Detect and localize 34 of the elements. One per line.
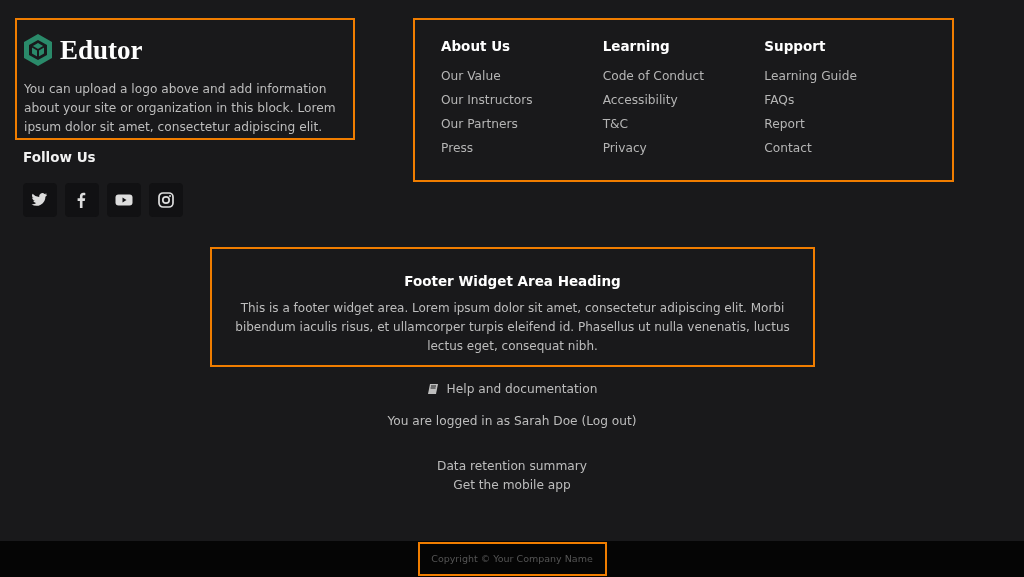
footer-link[interactable]: Accessibility: [602, 88, 765, 113]
footer-link[interactable]: Contact: [764, 136, 926, 161]
footer-link[interactable]: Our Partners: [441, 112, 603, 137]
social-link[interactable]: [23, 183, 57, 218]
help-link[interactable]: Help and documentation: [446, 380, 598, 399]
footer-link[interactable]: Data retention summary: [437, 458, 587, 473]
column-heading: Learning: [602, 37, 671, 56]
footer-link[interactable]: FAQs: [764, 88, 926, 113]
footer-link[interactable]: Report: [764, 112, 926, 137]
logout-link[interactable]: (Log out): [581, 414, 637, 429]
footer-link[interactable]: Learning Guide: [764, 64, 926, 89]
widget-heading: Footer Widget Area Heading: [403, 272, 622, 291]
footer-link[interactable]: Our Instructors: [441, 88, 603, 113]
footer-link[interactable]: T&C: [602, 112, 765, 137]
logo-icon: [24, 34, 52, 66]
follow-heading: Follow Us: [23, 148, 97, 167]
social-link[interactable]: [107, 183, 141, 218]
site-description: You can upload a logo above and add information about your site or organization in this block. Lorem ipsum dolor sit amet, consectetur adipiscing elit.: [24, 81, 337, 136]
column-heading: About Us: [441, 37, 512, 56]
copyright-text: Copyright © Your Company Name: [431, 551, 593, 566]
user-link[interactable]: Sarah Doe: [513, 414, 578, 429]
footer-link[interactable]: Get the mobile app: [453, 477, 571, 492]
column-heading: Support: [764, 37, 827, 56]
social-link[interactable]: [65, 183, 99, 218]
footer-link[interactable]: Code of Conduct: [602, 64, 765, 89]
footer-link[interactable]: Our Value: [441, 64, 603, 89]
footer-link[interactable]: Press: [441, 136, 603, 161]
footer-link[interactable]: Privacy: [602, 136, 765, 161]
login-status: You are logged in as Sarah Doe (Log out): [387, 414, 637, 429]
site-name: Edutor: [60, 36, 143, 64]
camera-icon: [156, 190, 176, 211]
book-icon: [426, 383, 439, 396]
widget-text: This is a footer widget area. Lorem ipsum dolor sit amet, consectetur adipiscing elit. Morbi bibendum iaculis risus, et ullamcorper turpis eleifend id. Phasellus ut nulla venenatis, luctus lectus eget, consequat nibh.: [234, 300, 791, 356]
social-link[interactable]: [149, 183, 183, 218]
